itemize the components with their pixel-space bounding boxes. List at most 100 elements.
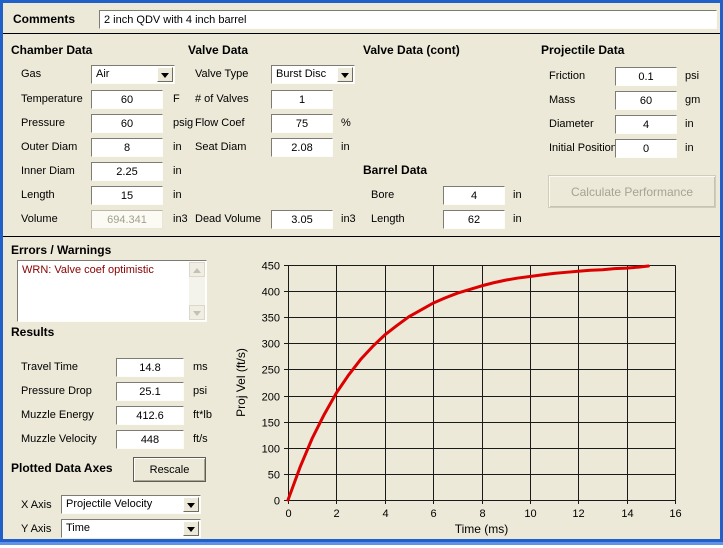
bore-input[interactable] (443, 186, 505, 205)
temperature-unit: F (173, 93, 180, 105)
seat-diam-input[interactable] (271, 138, 333, 157)
valve-type-label: Valve Type (195, 68, 248, 80)
gas-select-value: Air (96, 68, 109, 80)
chamber-length-label: Length (21, 189, 55, 201)
svg-text:14: 14 (621, 508, 633, 520)
results-title: Results (11, 325, 54, 339)
barrel-length-input[interactable] (443, 210, 505, 229)
diameter-unit: in (685, 118, 694, 130)
friction-unit: psi (685, 70, 699, 82)
y-axis-select-value: Time (66, 522, 90, 534)
gas-select-arrow-button[interactable] (157, 67, 173, 82)
travel-time-unit: ms (193, 361, 208, 373)
warning-message: WRN: Valve coef optimistic (22, 264, 154, 276)
window-bottom-edge (0, 539, 723, 545)
outer-diam-unit: in (173, 141, 182, 153)
gas-select[interactable]: Air (91, 65, 175, 84)
initial-position-unit: in (685, 142, 694, 154)
seat-diam-unit: in (341, 141, 350, 153)
valve-type-select-arrow-button[interactable] (337, 67, 353, 82)
volume-input (91, 210, 163, 229)
divider-top (3, 33, 720, 34)
gas-gun-simulator-window: Comments Chamber Data Valve Data Valve D… (0, 0, 723, 545)
mass-input[interactable] (615, 91, 677, 110)
barrel-data-title: Barrel Data (363, 163, 427, 177)
chart-canvas: 0246810121416050100150200250300350400450… (231, 243, 723, 543)
valve-type-select[interactable]: Burst Disc (271, 65, 355, 84)
friction-input[interactable] (615, 67, 677, 86)
chevron-down-icon (187, 503, 195, 508)
mass-label: Mass (549, 94, 575, 106)
svg-text:450: 450 (262, 261, 280, 273)
x-axis-select-value: Projectile Velocity (66, 498, 152, 510)
muzzle-velocity-unit: ft/s (193, 433, 208, 445)
errors-warnings-box[interactable]: WRN: Valve coef optimistic (17, 260, 207, 322)
diameter-input[interactable] (615, 115, 677, 134)
travel-time-input[interactable] (116, 358, 184, 377)
scroll-up-button[interactable] (189, 262, 205, 277)
x-axis-select[interactable]: Projectile Velocity (61, 495, 201, 514)
x-axis-select-arrow-button[interactable] (183, 497, 199, 512)
pressure-drop-input[interactable] (116, 382, 184, 401)
pressure-input[interactable] (91, 114, 163, 133)
arrow-down-icon (193, 311, 201, 316)
flow-coef-input[interactable] (271, 114, 333, 133)
muzzle-energy-unit: ft*lb (193, 409, 212, 421)
svg-text:0: 0 (274, 496, 280, 508)
svg-text:8: 8 (479, 508, 485, 520)
flow-coef-label: Flow Coef (195, 117, 245, 129)
initial-position-input[interactable] (615, 139, 677, 158)
scroll-down-button[interactable] (189, 305, 205, 320)
comments-input[interactable] (99, 10, 717, 29)
divider-middle (3, 236, 720, 237)
pressure-unit: psig (173, 117, 193, 129)
chamber-length-input[interactable] (91, 186, 163, 205)
muzzle-energy-input[interactable] (116, 406, 184, 425)
valve-data-title: Valve Data (188, 43, 248, 57)
y-axis-select[interactable]: Time (61, 519, 201, 538)
num-valves-label: # of Valves (195, 93, 249, 105)
svg-text:300: 300 (262, 339, 280, 351)
dead-volume-input[interactable] (271, 210, 333, 229)
mass-unit: gm (685, 94, 700, 106)
svg-text:350: 350 (262, 313, 280, 325)
svg-text:10: 10 (524, 508, 536, 520)
chamber-length-unit: in (173, 189, 182, 201)
barrel-length-unit: in (513, 213, 522, 225)
seat-diam-label: Seat Diam (195, 141, 246, 153)
chevron-down-icon (187, 527, 195, 532)
svg-text:4: 4 (382, 508, 388, 520)
svg-text:6: 6 (430, 508, 436, 520)
svg-text:100: 100 (262, 444, 280, 456)
bore-unit: in (513, 189, 522, 201)
pressure-drop-label: Pressure Drop (21, 385, 92, 397)
chamber-data-title: Chamber Data (11, 43, 92, 57)
temperature-input[interactable] (91, 90, 163, 109)
num-valves-input[interactable] (271, 90, 333, 109)
y-axis-select-arrow-button[interactable] (183, 521, 199, 536)
initial-position-label: Initial Position (549, 142, 617, 154)
svg-text:250: 250 (262, 365, 280, 377)
svg-text:Time (ms): Time (ms) (455, 522, 509, 536)
pressure-label: Pressure (21, 117, 65, 129)
svg-text:16: 16 (669, 508, 681, 520)
muzzle-velocity-input[interactable] (116, 430, 184, 449)
svg-text:2: 2 (333, 508, 339, 520)
dead-volume-label: Dead Volume (195, 213, 261, 225)
svg-text:400: 400 (262, 287, 280, 299)
svg-text:Proj Vel (ft/s): Proj Vel (ft/s) (234, 348, 248, 417)
volume-unit: in3 (173, 213, 188, 225)
arrow-up-icon (193, 268, 201, 273)
outer-diam-input[interactable] (91, 138, 163, 157)
chevron-down-icon (161, 73, 169, 78)
calculate-performance-button: Calculate Performance (548, 175, 716, 208)
rescale-button[interactable]: Rescale (133, 457, 206, 482)
inner-diam-label: Inner Diam (21, 165, 75, 177)
chevron-down-icon (341, 73, 349, 78)
errors-scrollbar[interactable] (189, 262, 205, 320)
valve-data-cont-title: Valve Data (cont) (363, 43, 460, 57)
travel-time-label: Travel Time (21, 361, 78, 373)
inner-diam-input[interactable] (91, 162, 163, 181)
y-axis-label: Y Axis (21, 523, 51, 535)
performance-chart: 0246810121416050100150200250300350400450… (231, 243, 723, 543)
